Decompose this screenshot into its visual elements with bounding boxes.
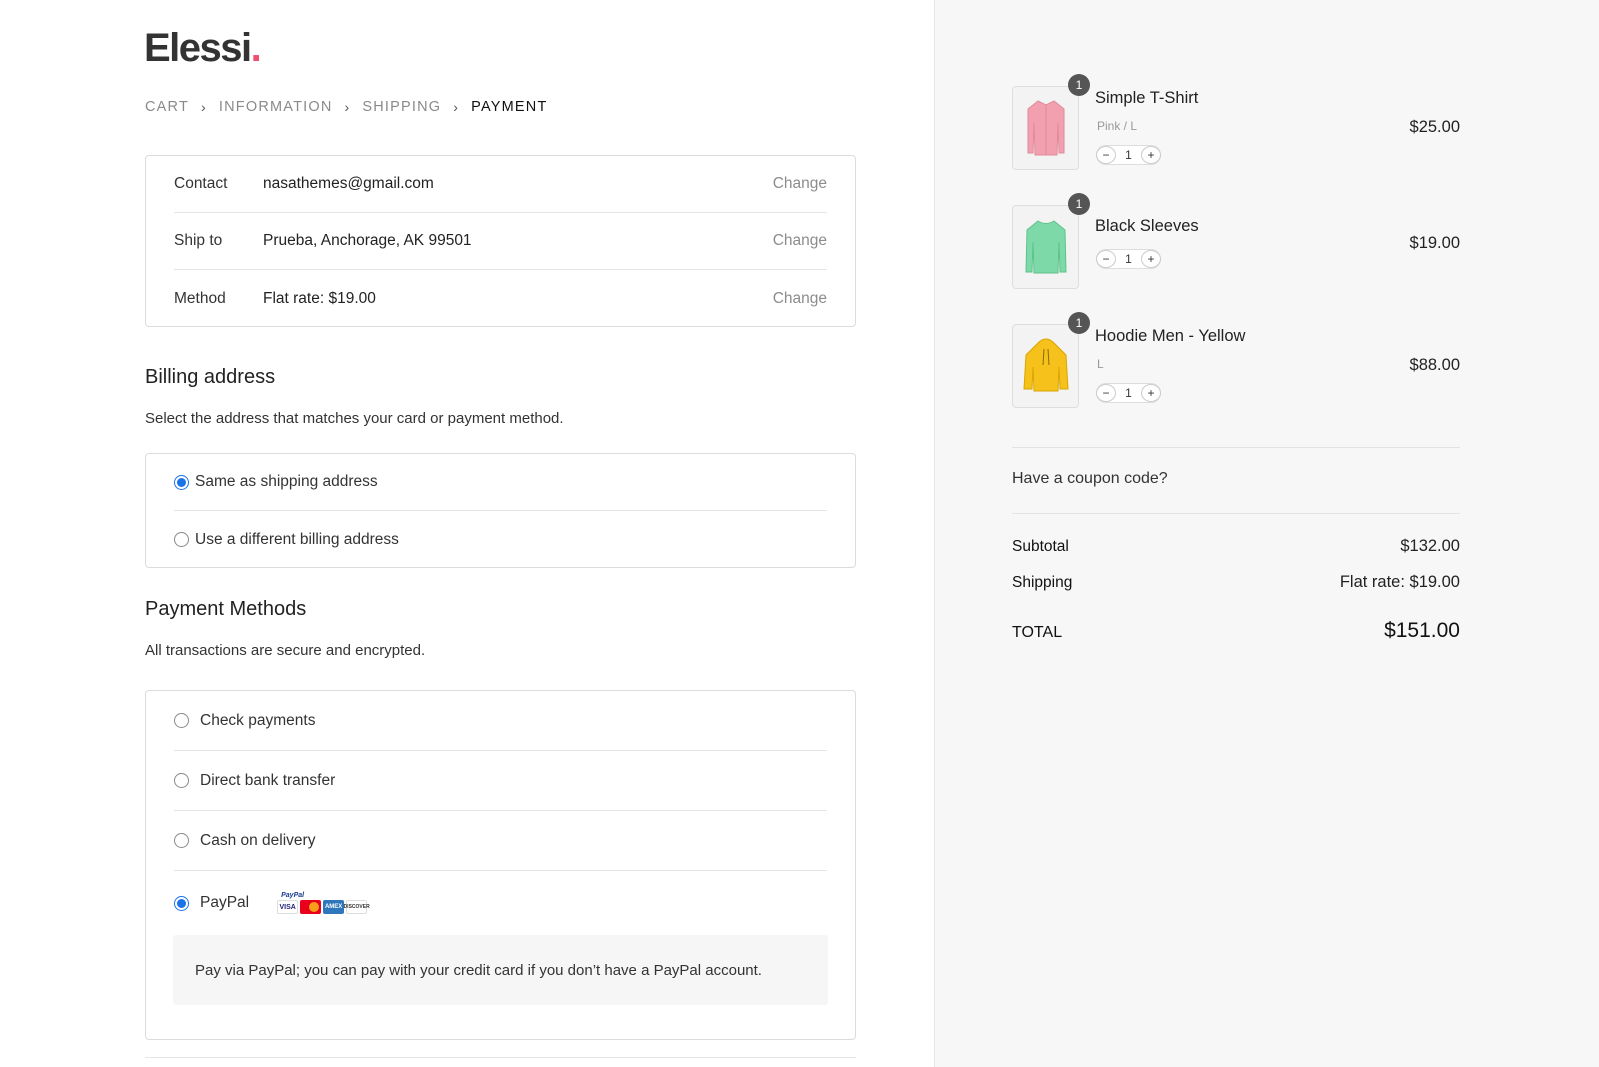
breadcrumb-cart[interactable]: CART	[145, 99, 189, 115]
review-summary-box: Contact nasathemes@gmail.com Change Ship…	[145, 155, 856, 327]
quantity-value[interactable]: 1	[1115, 386, 1142, 400]
radio-paypal[interactable]	[174, 895, 189, 911]
payment-methods-box: Check payments Direct bank transfer Cash…	[145, 690, 856, 1040]
billing-option-different[interactable]: Use a different billing address	[174, 511, 827, 568]
review-row-method: Method Flat rate: $19.00 Change	[174, 270, 827, 327]
quantity-stepper: − 1 +	[1096, 383, 1161, 403]
item-price: $88.00	[1409, 356, 1460, 374]
divider	[145, 1057, 856, 1058]
review-row-ship-to: Ship to Prueba, Anchorage, AK 99501 Chan…	[174, 213, 827, 270]
total-label: TOTAL	[1012, 624, 1063, 641]
change-contact-link[interactable]: Change	[773, 175, 827, 193]
quantity-value[interactable]: 1	[1115, 148, 1142, 162]
paypal-note-text: Pay via PayPal; you can pay with your cr…	[195, 961, 762, 979]
item-variant: Pink / L	[1097, 119, 1138, 133]
breadcrumb-payment: PAYMENT	[471, 99, 548, 115]
yellow-hoodie-icon	[1012, 324, 1079, 408]
review-value: Flat rate: $19.00	[263, 289, 376, 307]
minus-button[interactable]: −	[1096, 250, 1116, 268]
cart-item: 1 Simple T-Shirt Pink / L − 1 + $25.00	[1012, 74, 1460, 172]
cart-item: 1 Black Sleeves − 1 + $19.00	[1012, 193, 1460, 291]
review-row-contact: Contact nasathemes@gmail.com Change	[174, 156, 827, 213]
shipping-label: Shipping	[1012, 574, 1073, 591]
plus-button[interactable]: +	[1141, 250, 1161, 268]
green-sweater-icon	[1012, 205, 1079, 289]
quantity-badge: 1	[1068, 312, 1090, 334]
brand-logo[interactable]: Elessi.	[144, 26, 262, 71]
coupon-toggle-link[interactable]: Have a coupon code?	[1012, 470, 1168, 488]
radio-bank-transfer[interactable]	[174, 773, 189, 788]
total-row: TOTAL $151.00	[1012, 619, 1460, 643]
breadcrumb: CART › INFORMATION › SHIPPING › PAYMENT	[145, 99, 548, 115]
payment-option-check[interactable]: Check payments	[174, 691, 827, 751]
review-label: Method	[174, 289, 226, 307]
payment-subtitle: All transactions are secure and encrypte…	[145, 642, 426, 659]
visa-icon: VISA	[277, 900, 299, 914]
review-value: nasathemes@gmail.com	[263, 175, 434, 192]
subtotal-label: Subtotal	[1012, 538, 1069, 555]
item-price: $25.00	[1409, 118, 1460, 136]
amex-icon: AMEX	[323, 900, 345, 914]
radio-same-as-shipping[interactable]	[174, 474, 189, 490]
payment-option-label: PayPal	[200, 894, 250, 911]
radio-check-payments[interactable]	[174, 713, 189, 728]
total-value: $151.00	[1384, 619, 1460, 642]
chevron-right-icon: ›	[201, 99, 207, 115]
subtotal-value: $132.00	[1400, 537, 1460, 555]
item-variant: L	[1097, 357, 1104, 371]
quantity-stepper: − 1 +	[1096, 145, 1161, 165]
radio-cash-on-delivery[interactable]	[174, 833, 189, 848]
billing-option-same[interactable]: Same as shipping address	[174, 454, 827, 511]
shipping-value: Flat rate: $19.00	[1339, 573, 1460, 591]
billing-option-label: Same as shipping address	[195, 473, 378, 490]
review-value: Prueba, Anchorage, AK 99501	[263, 232, 472, 249]
item-name[interactable]: Black Sleeves	[1095, 217, 1199, 236]
chevron-right-icon: ›	[453, 99, 460, 115]
checkout-main: Elessi. CART › INFORMATION › SHIPPING › …	[0, 0, 934, 1067]
review-label: Ship to	[174, 232, 223, 249]
payment-option-bank[interactable]: Direct bank transfer	[174, 751, 827, 811]
payment-option-cod[interactable]: Cash on delivery	[174, 811, 827, 871]
payment-option-label: Cash on delivery	[200, 831, 316, 849]
quantity-stepper: − 1 +	[1096, 249, 1161, 269]
payment-option-label: Direct bank transfer	[200, 771, 336, 789]
plus-button[interactable]: +	[1141, 384, 1161, 402]
minus-button[interactable]: −	[1096, 146, 1116, 164]
billing-title: Billing address	[145, 366, 276, 388]
item-name[interactable]: Simple T-Shirt	[1095, 89, 1198, 108]
paypal-logos: PayPal VISA AMEX DISCOVER	[277, 892, 370, 914]
item-price: $19.00	[1409, 234, 1460, 252]
quantity-badge: 1	[1068, 74, 1090, 96]
change-method-link[interactable]: Change	[773, 290, 827, 308]
payment-option-label: Check payments	[200, 711, 316, 729]
quantity-badge: 1	[1068, 193, 1090, 215]
pink-shirt-icon	[1012, 86, 1079, 170]
change-ship-to-link[interactable]: Change	[773, 232, 827, 250]
payment-option-paypal[interactable]: PayPal PayPal VISA AMEX DISCOVER	[174, 871, 827, 935]
item-name[interactable]: Hoodie Men - Yellow	[1095, 327, 1245, 346]
subtotal-row: Subtotal $132.00	[1012, 537, 1460, 556]
paypal-description: Pay via PayPal; you can pay with your cr…	[173, 935, 828, 1005]
divider	[1012, 513, 1460, 514]
billing-subtitle: Select the address that matches your car…	[145, 410, 564, 427]
paypal-logo: PayPal	[281, 892, 305, 899]
brand-name: Elessi	[144, 26, 252, 70]
billing-option-label: Use a different billing address	[195, 530, 399, 548]
plus-button[interactable]: +	[1141, 146, 1161, 164]
brand-dot: .	[250, 26, 262, 70]
minus-button[interactable]: −	[1096, 384, 1116, 402]
review-label: Contact	[174, 175, 228, 192]
mastercard-icon	[300, 900, 322, 914]
breadcrumb-information[interactable]: INFORMATION	[219, 99, 333, 115]
breadcrumb-shipping[interactable]: SHIPPING	[362, 99, 441, 115]
payment-title: Payment Methods	[145, 598, 307, 620]
billing-options-box: Same as shipping address Use a different…	[145, 453, 856, 568]
radio-different-billing[interactable]	[174, 532, 189, 547]
divider	[1012, 447, 1460, 448]
chevron-right-icon: ›	[344, 99, 351, 115]
cart-item: 1 Hoodie Men - Yellow L − 1 + $88.00	[1012, 312, 1460, 410]
shipping-row: Shipping Flat rate: $19.00	[1012, 573, 1460, 592]
discover-icon: DISCOVER	[344, 900, 370, 914]
quantity-value[interactable]: 1	[1115, 252, 1142, 266]
